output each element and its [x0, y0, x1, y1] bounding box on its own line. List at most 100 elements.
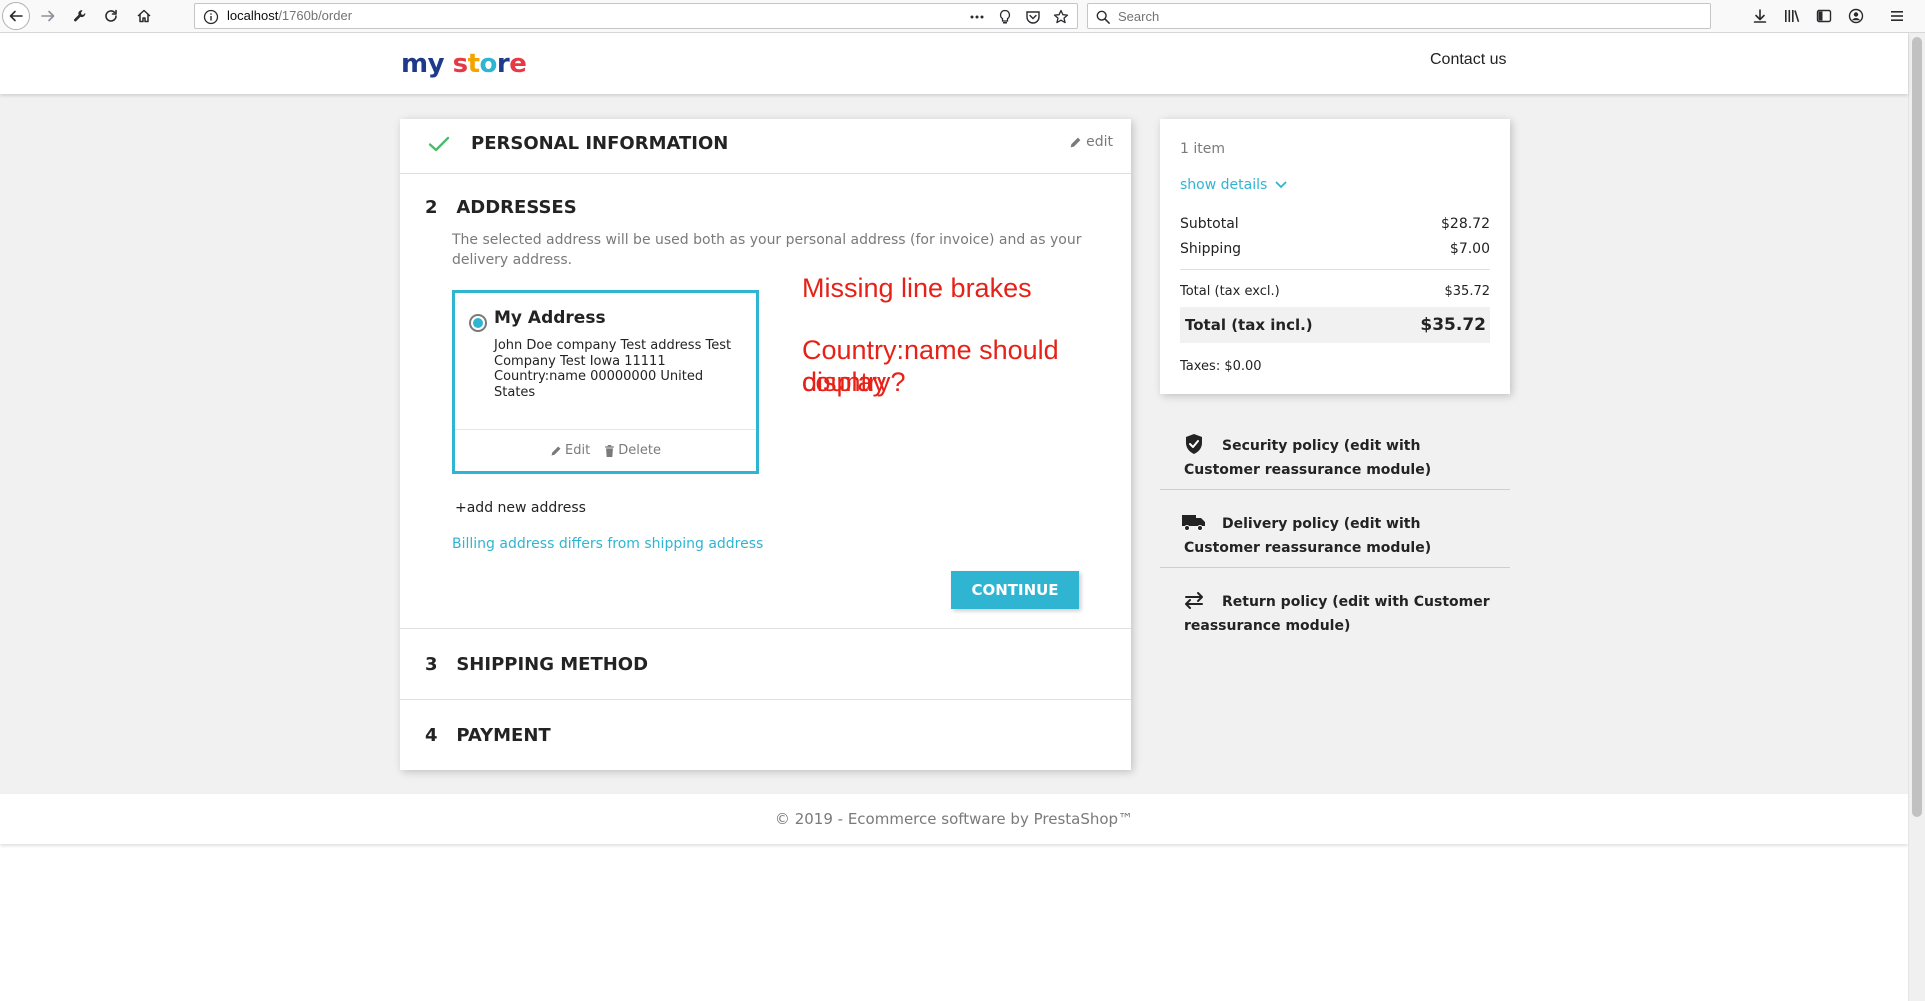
page-content: my store Contact us PERSONAL INFORMATION…	[0, 33, 1908, 1001]
step-title: 4 PAYMENT	[425, 725, 551, 746]
billing-address-differs-link[interactable]: Billing address differs from shipping ad…	[452, 536, 763, 552]
divider	[1180, 269, 1490, 270]
search-input[interactable]	[1118, 7, 1698, 25]
subtotal-value: $28.72	[1441, 216, 1490, 232]
search-bar[interactable]	[1087, 3, 1711, 29]
back-button[interactable]	[2, 2, 30, 30]
logo-word-my: my	[401, 49, 445, 79]
url-host: localhost	[227, 8, 279, 23]
annotation-missing-line-breaks: Missing line brakes	[802, 273, 1032, 303]
step-number: 4	[425, 725, 438, 746]
step-addresses: 2 ADDRESSES The selected address will be…	[400, 174, 1131, 629]
addresses-description: The selected address will be used both a…	[452, 232, 1082, 268]
total-incl-value: $35.72	[1420, 315, 1486, 335]
step-payment[interactable]: 4 PAYMENT	[400, 700, 1131, 770]
address-text: John Doe company Test address Test Compa…	[494, 338, 732, 400]
site-header: my store Contact us	[0, 33, 1908, 94]
reassurance-item-delivery: Delivery policy (edit with Customer reas…	[1160, 490, 1510, 568]
store-logo[interactable]: my store	[401, 49, 527, 79]
logo-letter: t	[467, 49, 480, 79]
pencil-icon	[1070, 137, 1081, 147]
home-button[interactable]	[132, 4, 156, 28]
info-icon[interactable]	[203, 9, 219, 29]
shipping-row: Shipping $7.00	[1180, 241, 1490, 257]
reassurance-item-return: Return policy (edit with Customer reassu…	[1160, 568, 1510, 646]
shipping-label: Shipping	[1180, 241, 1242, 257]
show-details-link[interactable]: show details	[1180, 177, 1287, 193]
contact-us-link[interactable]: Contact us	[1430, 51, 1506, 69]
pocket-icon[interactable]	[1023, 7, 1043, 27]
address-radio[interactable]	[469, 314, 487, 332]
address-card[interactable]: My Address John Doe company Test address…	[452, 290, 759, 474]
annotation-country-question: country?	[802, 367, 906, 397]
show-details-label: show details	[1180, 177, 1268, 193]
edit-personal-info-link[interactable]: edit	[1069, 134, 1113, 150]
downloads-button[interactable]	[1748, 4, 1772, 28]
reload-icon	[105, 9, 117, 22]
step-title-text: ADDRESSES	[456, 197, 577, 218]
address-bar[interactable]: localhost/1760b/order	[194, 3, 1078, 29]
search-icon	[1096, 9, 1110, 28]
add-new-address-link[interactable]: +add new address	[455, 500, 586, 516]
step-number: 2	[425, 197, 438, 218]
subtotal-row: Subtotal $28.72	[1180, 216, 1490, 232]
total-excl-value: $35.72	[1444, 284, 1491, 299]
home-icon	[137, 9, 151, 23]
site-footer: © 2019 - Ecommerce software by PrestaSho…	[0, 794, 1908, 844]
url-text[interactable]: localhost/1760b/order	[227, 8, 352, 23]
page-scrollbar[interactable]	[1908, 33, 1925, 1001]
arrow-left-icon	[9, 10, 23, 22]
pencil-icon	[551, 446, 561, 455]
total-excl-label: Total (tax excl.)	[1180, 284, 1280, 299]
subtotal-label: Subtotal	[1180, 216, 1239, 232]
download-icon	[1753, 9, 1767, 23]
forward-button[interactable]	[36, 4, 60, 28]
checkout-wrapper: PERSONAL INFORMATION edit 2 ADDRESSES Th…	[0, 94, 1908, 794]
address-alias: My Address	[494, 308, 606, 328]
edit-label: edit	[1086, 134, 1113, 150]
tools-button[interactable]	[68, 4, 92, 28]
copyright-link[interactable]: © 2019 - Ecommerce software by PrestaSho…	[775, 810, 1133, 828]
delete-address-link[interactable]: Delete	[604, 443, 661, 458]
step-title: 2 ADDRESSES	[425, 197, 577, 218]
lightbulb-icon[interactable]	[995, 7, 1015, 27]
edit-address-label: Edit	[565, 443, 591, 458]
edit-address-link[interactable]: Edit	[550, 443, 590, 458]
hamburger-icon	[1891, 11, 1903, 21]
logo-letter: o	[479, 49, 498, 79]
cart-summary: 1 item show details Subtotal $28.72 Ship…	[1160, 119, 1510, 394]
page-actions-icon[interactable]	[967, 7, 987, 27]
continue-button[interactable]: CONTINUE	[951, 571, 1079, 609]
trash-icon	[605, 444, 615, 457]
reload-button[interactable]	[99, 4, 123, 28]
library-icon	[1785, 10, 1800, 23]
sidebar-icon	[1816, 9, 1832, 23]
logo-word-store: store	[453, 49, 527, 79]
step-personal-information[interactable]: PERSONAL INFORMATION edit	[400, 119, 1131, 174]
account-button[interactable]	[1844, 4, 1868, 28]
step-number: 3	[425, 654, 438, 675]
step-title: PERSONAL INFORMATION	[471, 133, 729, 154]
bookmark-star-icon[interactable]	[1051, 7, 1071, 27]
address-card-footer: Edit Delete	[455, 429, 756, 471]
scrollbar-thumb[interactable]	[1912, 37, 1922, 817]
step-title: 3 SHIPPING METHOD	[425, 654, 648, 675]
library-button[interactable]	[1780, 4, 1804, 28]
logo-letter: e	[509, 49, 527, 79]
reassurance-block: Security policy (edit with Customer reas…	[1160, 412, 1510, 646]
chevron-down-icon	[1275, 181, 1287, 189]
sidebar-button[interactable]	[1812, 4, 1836, 28]
logo-letter: r	[496, 49, 510, 79]
checkout-steps: PERSONAL INFORMATION edit 2 ADDRESSES Th…	[400, 119, 1131, 770]
shipping-value: $7.00	[1449, 241, 1490, 257]
cart-items-count: 1 item	[1180, 141, 1225, 157]
browser-toolbar: localhost/1760b/order	[0, 0, 1925, 33]
menu-button[interactable]	[1885, 4, 1909, 28]
wrench-icon	[74, 10, 86, 22]
delete-address-label: Delete	[618, 443, 661, 458]
total-incl-label: Total (tax incl.)	[1185, 316, 1313, 334]
step-title-text: SHIPPING METHOD	[456, 654, 649, 675]
total-excl-row: Total (tax excl.) $35.72	[1180, 284, 1490, 299]
url-path: /1760b/order	[278, 8, 353, 23]
step-shipping-method[interactable]: 3 SHIPPING METHOD	[400, 629, 1131, 700]
